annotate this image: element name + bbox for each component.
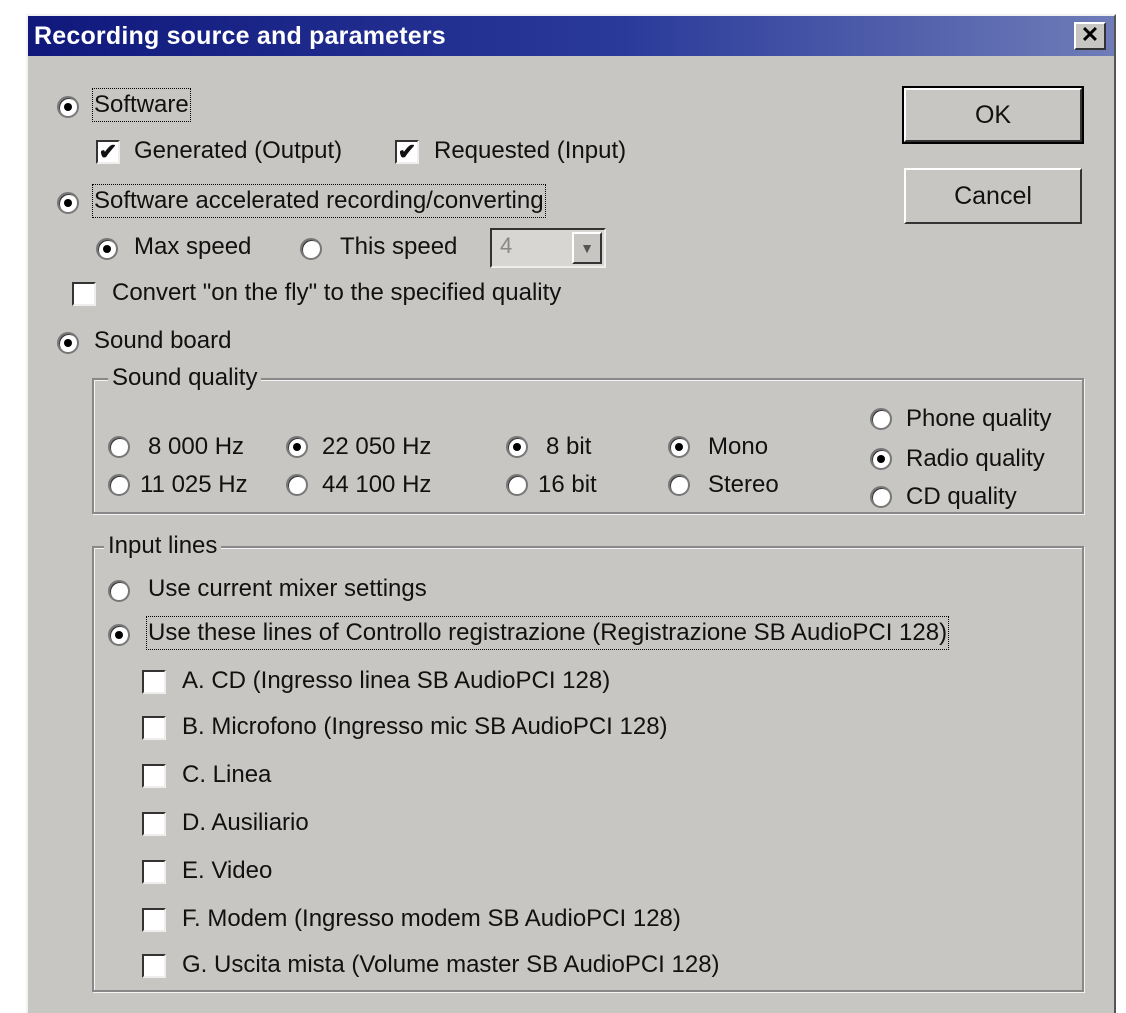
input-lines-legend: Input lines: [104, 532, 222, 560]
chevron-down-icon[interactable]: ▼: [572, 232, 602, 264]
accelerated-radio[interactable]: [57, 192, 79, 214]
radio-quality-radio[interactable]: [870, 448, 892, 470]
phone-quality-label: Phone quality: [906, 405, 1052, 432]
use-these-lines-radio[interactable]: [108, 624, 130, 646]
line-d-label: D. Ausiliario: [182, 809, 309, 836]
radio-quality-label: Radio quality: [906, 445, 1045, 472]
cd-quality-label: CD quality: [906, 483, 1017, 510]
use-current-mixer-radio[interactable]: [108, 580, 130, 602]
line-b-label: B. Microfono (Ingresso mic SB AudioPCI 1…: [182, 713, 668, 740]
close-button[interactable]: ✕: [1074, 22, 1106, 50]
hz-11025-radio[interactable]: [108, 474, 130, 496]
mono-radio[interactable]: [668, 436, 690, 458]
line-f-label: F. Modem (Ingresso modem SB AudioPCI 128…: [182, 905, 681, 932]
bit-8-radio[interactable]: [506, 436, 528, 458]
generated-output-label: Generated (Output): [134, 137, 343, 164]
line-g-label: G. Uscita mista (Volume master SB AudioP…: [182, 951, 720, 978]
speed-value: 4: [500, 233, 513, 258]
hz-8000-label: 8 000 Hz: [148, 433, 245, 460]
ok-button[interactable]: OK: [902, 86, 1084, 144]
hz-22050-label: 22 050 Hz: [322, 433, 432, 460]
sound-quality-legend: Sound quality: [108, 364, 262, 392]
hz-11025-label: 11 025 Hz: [140, 471, 248, 498]
stereo-radio[interactable]: [668, 474, 690, 496]
phone-quality-radio[interactable]: [870, 408, 892, 430]
convert-on-the-fly-checkbox[interactable]: [72, 282, 96, 306]
hz-44100-label: 44 100 Hz: [322, 471, 432, 498]
line-c-label: C. Linea: [182, 761, 272, 788]
software-label[interactable]: Software: [92, 88, 191, 122]
line-g-checkbox[interactable]: [142, 954, 166, 978]
max-speed-radio[interactable]: [96, 238, 118, 260]
bit-16-label: 16 bit: [538, 471, 597, 498]
hz-22050-radio[interactable]: [286, 436, 308, 458]
bit-16-radio[interactable]: [506, 474, 528, 496]
recording-dialog: Recording source and parameters ✕ Softwa…: [26, 14, 1116, 1013]
dialog-title: Recording source and parameters: [34, 22, 446, 50]
sound-board-label: Sound board: [94, 327, 232, 354]
speed-select[interactable]: 4 ▼: [490, 228, 606, 268]
use-these-lines-label[interactable]: Use these lines of Controllo registrazio…: [145, 616, 950, 650]
line-f-checkbox[interactable]: [142, 908, 166, 932]
hz-8000-radio[interactable]: [108, 436, 130, 458]
line-c-checkbox[interactable]: [142, 764, 166, 788]
mono-label: Mono: [708, 433, 769, 460]
line-e-checkbox[interactable]: [142, 860, 166, 884]
generated-output-checkbox[interactable]: ✔: [96, 140, 120, 164]
requested-input-checkbox[interactable]: ✔: [395, 140, 419, 164]
this-speed-radio[interactable]: [300, 238, 322, 260]
convert-on-the-fly-label: Convert "on the fly" to the specified qu…: [112, 279, 562, 306]
this-speed-label: This speed: [340, 233, 458, 260]
hz-44100-radio[interactable]: [286, 474, 308, 496]
line-d-checkbox[interactable]: [142, 812, 166, 836]
line-a-label: A. CD (Ingresso linea SB AudioPCI 128): [182, 667, 611, 694]
accelerated-label[interactable]: Software accelerated recording/convertin…: [92, 184, 546, 218]
cancel-button[interactable]: Cancel: [904, 168, 1082, 224]
title-bar[interactable]: Recording source and parameters ✕: [28, 16, 1114, 56]
sound-quality-group: Sound quality 8 000 Hz 11 025 Hz 22 050 …: [92, 364, 1084, 514]
input-lines-group: Input lines Use current mixer settings U…: [92, 532, 1084, 992]
stereo-label: Stereo: [708, 471, 779, 498]
software-radio[interactable]: [57, 96, 79, 118]
requested-input-label: Requested (Input): [434, 137, 627, 164]
line-a-checkbox[interactable]: [142, 670, 166, 694]
line-e-label: E. Video: [182, 857, 273, 884]
cd-quality-radio[interactable]: [870, 486, 892, 508]
use-current-mixer-label: Use current mixer settings: [148, 575, 427, 602]
line-b-checkbox[interactable]: [142, 716, 166, 740]
max-speed-label: Max speed: [134, 233, 252, 260]
sound-board-radio[interactable]: [57, 332, 79, 354]
bit-8-label: 8 bit: [546, 433, 592, 460]
